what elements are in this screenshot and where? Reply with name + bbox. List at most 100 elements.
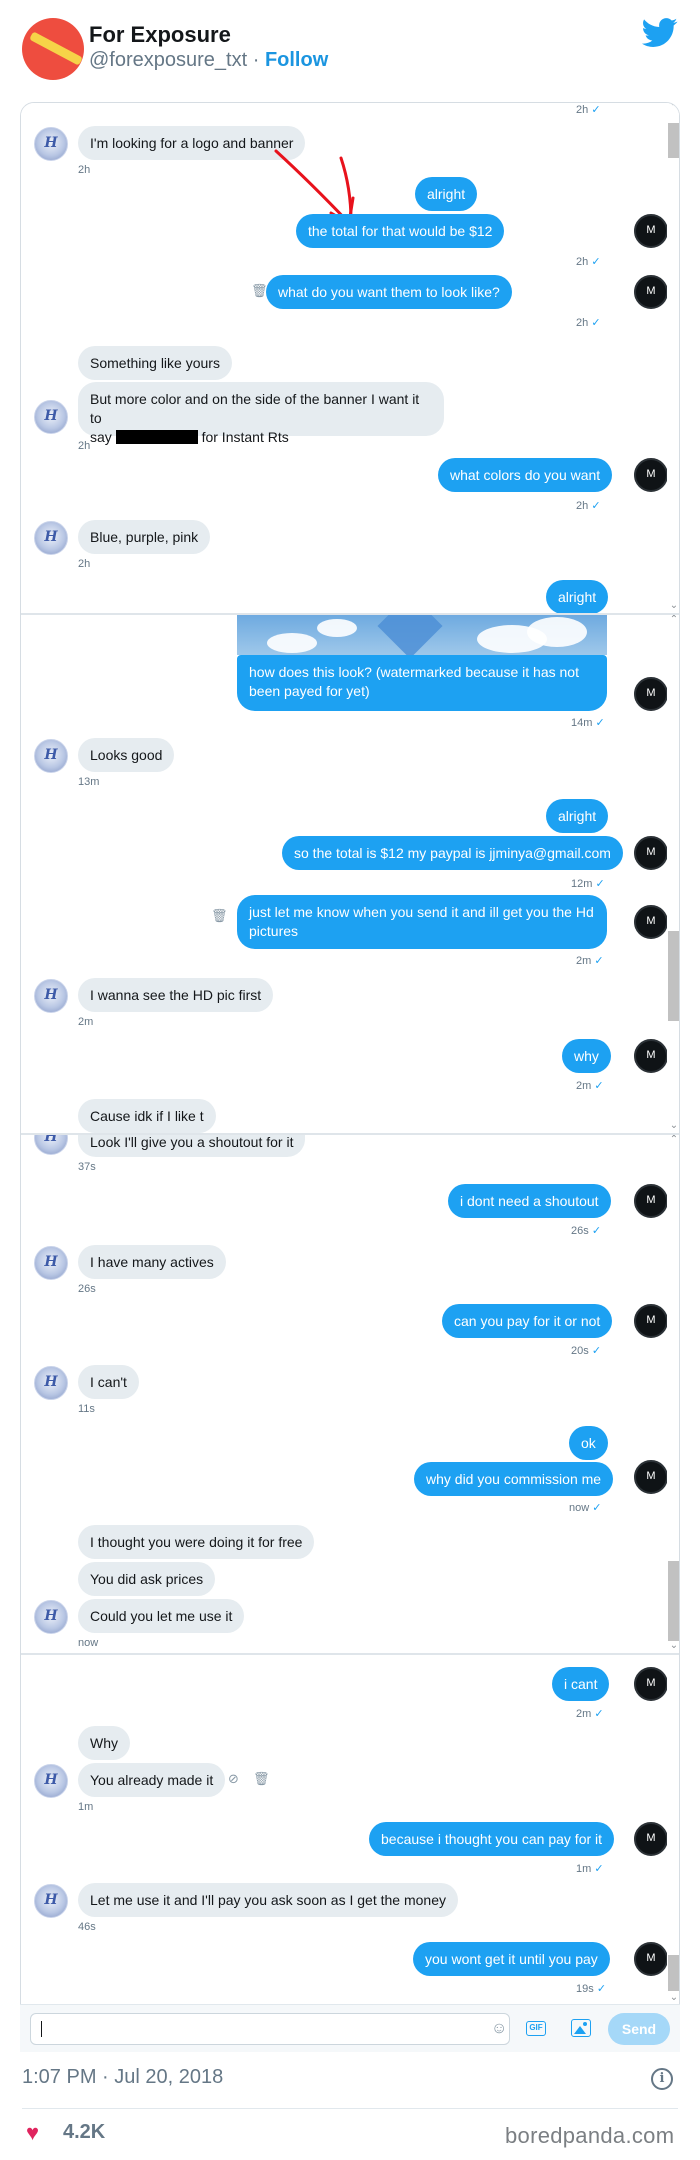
message-time: 2h ✓ [576,104,601,116]
own-avatar[interactable]: M [634,1822,668,1856]
checkmark-icon: ✓ [595,878,605,890]
own-avatar[interactable]: M [634,458,668,492]
contact-avatar[interactable]: H [34,127,68,161]
message-time: 26s [78,1283,96,1295]
checkmark-icon: ✓ [596,1983,607,1995]
chat-panel-2: how does this look? (watermarked because… [21,615,679,1135]
scroll-thumb[interactable] [668,1955,679,1991]
tweet-timestamp[interactable]: 1:07 PM · Jul 20, 2018 [22,2066,223,2089]
message-time: 2m ✓ [576,1708,604,1720]
follow-button[interactable]: Follow [265,49,328,71]
contact-avatar[interactable]: H [34,1600,68,1634]
message-time: now ✓ [569,1502,602,1514]
gif-icon[interactable]: GIF [526,2021,546,2036]
message-time: 26s ✓ [571,1225,602,1237]
message-time: 2h ✓ [576,500,601,512]
send-button[interactable]: Send [608,2013,670,2045]
block-icon[interactable]: ⊘ [228,1771,239,1787]
handle[interactable]: @forexposure_txt [89,49,247,71]
twitter-bird-icon[interactable] [642,18,678,48]
outgoing-message: i cant [552,1667,610,1701]
heart-icon[interactable]: ♥ [26,2120,39,2146]
incoming-message: I thought you were doing it for free [78,1525,315,1559]
own-avatar[interactable]: M [634,1184,668,1218]
info-icon[interactable]: i [651,2068,673,2090]
display-name[interactable]: For Exposure [89,22,231,48]
profile-avatar[interactable] [22,18,84,80]
message-time: 2h [78,440,91,452]
own-avatar[interactable]: M [634,275,668,309]
incoming-message: Something like yours [78,346,232,380]
own-avatar[interactable]: M [634,1667,668,1701]
scrollbar[interactable]: ⌄ [667,1655,679,2005]
checkmark-icon: ✓ [594,1080,604,1092]
outgoing-message: alright [546,580,609,613]
scroll-down-arrow[interactable]: ⌄ [668,1641,679,1651]
own-avatar[interactable]: M [634,1304,668,1338]
chat-panel-4: i cant M 2m ✓ Why H You already made it … [21,1655,679,2005]
contact-avatar[interactable]: H [34,1246,68,1280]
trash-icon[interactable]: 🗑 [253,1771,270,1787]
contact-avatar[interactable]: H [34,739,68,773]
contact-avatar[interactable]: H [34,400,68,434]
outgoing-message: so the total is $12 my paypal is jjminya… [282,836,623,870]
scrollbar[interactable]: ⌃ ⌄ [667,103,679,613]
message-time: 2h [78,164,91,176]
dm-conversation: 2h ✓ H I'm looking for a logo and banner… [20,102,680,2052]
scroll-down-arrow[interactable]: ⌄ [668,1121,679,1131]
contact-avatar[interactable]: H [34,1135,68,1155]
contact-avatar[interactable]: H [34,1366,68,1400]
own-avatar[interactable]: M [634,1039,668,1073]
redacted-text [115,430,198,444]
own-avatar[interactable]: M [634,836,668,870]
outgoing-message: ok [569,1426,608,1460]
contact-avatar[interactable]: H [34,1884,68,1918]
message-time: 20s ✓ [571,1345,602,1357]
own-avatar[interactable]: M [634,677,668,711]
checkmark-icon: ✓ [591,1345,602,1357]
message-time: 11s [78,1403,95,1415]
own-avatar[interactable]: M [634,905,668,939]
checkmark-icon: ✓ [594,1863,604,1875]
outgoing-message: alright [546,799,609,833]
scroll-thumb[interactable] [668,1561,679,1641]
outgoing-message: why [562,1039,611,1073]
trash-icon[interactable]: 🗑 [211,908,228,924]
message-time: 2h ✓ [576,317,601,329]
checkmark-icon: ✓ [594,955,604,967]
own-avatar[interactable]: M [634,1460,668,1494]
contact-avatar[interactable]: H [34,979,68,1013]
scroll-down-arrow[interactable]: ⌄ [668,601,679,611]
scroll-up-arrow[interactable]: ⌃ [668,615,679,625]
own-avatar[interactable]: M [634,214,668,248]
scroll-up-arrow[interactable]: ⌃ [668,1135,679,1145]
scrollbar[interactable]: ⌃ ⌄ [667,1135,679,1653]
message-time: 2m ✓ [576,1080,604,1092]
like-count[interactable]: 4.2K [63,2121,105,2144]
scroll-up-arrow[interactable]: ⌃ [668,103,679,113]
checkmark-icon: ✓ [595,717,605,729]
scrollbar[interactable]: ⌃ ⌄ [667,615,679,1133]
emoji-icon[interactable]: ☺ [491,2020,507,2038]
outgoing-message: the total for that would be $12 [296,214,505,248]
message-time: 2h ✓ [576,256,601,268]
tweet-header: For Exposure @forexposure_txt · Follow [0,0,700,100]
site-watermark: boredpanda.com [505,2123,675,2148]
chat-panel-1: 2h ✓ H I'm looking for a logo and banner… [21,103,679,615]
incoming-message: You already made it [78,1763,226,1797]
scroll-thumb[interactable] [668,931,679,1021]
contact-avatar[interactable]: H [34,1764,68,1798]
contact-avatar[interactable]: H [34,521,68,555]
handle-line: @forexposure_txt · Follow [89,49,328,72]
scroll-down-arrow[interactable]: ⌄ [668,1993,679,2003]
message-input[interactable]: ☺ [30,2013,510,2045]
outgoing-message: can you pay for it or not [442,1304,613,1338]
scroll-thumb[interactable] [668,123,679,158]
incoming-message: Cause idk if I like t [78,1099,216,1133]
own-avatar[interactable]: M [634,1942,668,1976]
banner-image-preview[interactable] [237,615,607,655]
image-icon[interactable] [571,2019,591,2037]
message-time: now [78,1637,99,1649]
outgoing-message: why did you commission me [414,1462,614,1496]
message-time: 1m [78,1801,94,1813]
